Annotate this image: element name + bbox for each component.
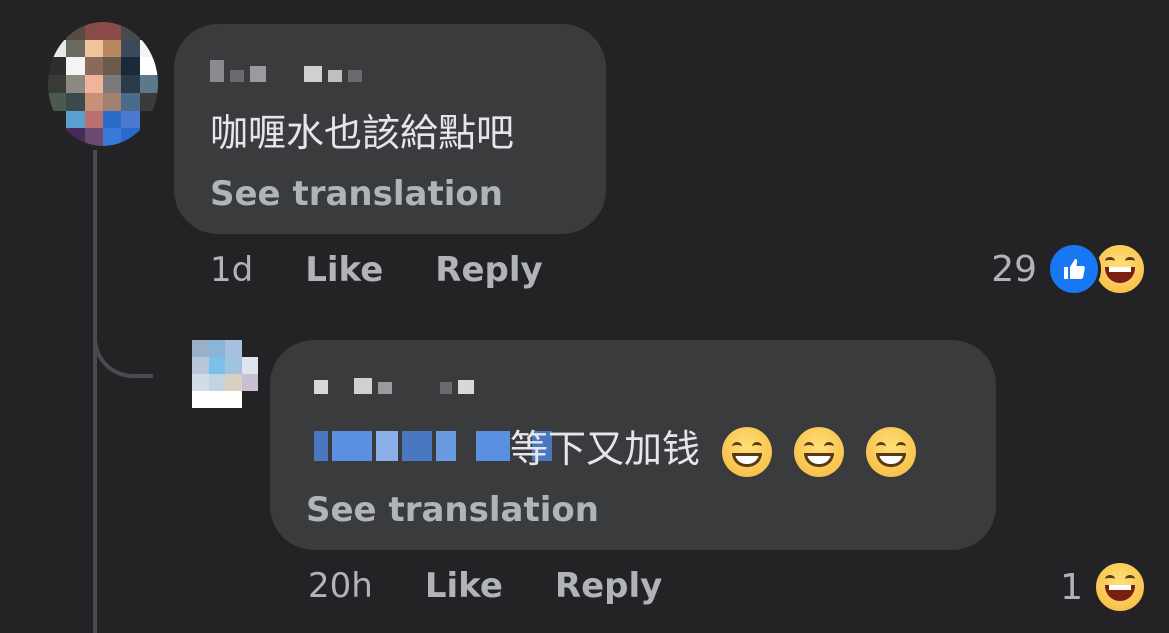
reaction-count: 1 [1060,566,1083,608]
commenter-name-obscured[interactable] [210,60,362,82]
grinning-face-icon [722,426,773,477]
reply-avatar[interactable] [192,340,258,408]
see-translation-link[interactable]: See translation [306,490,599,530]
reaction-summary[interactable]: 1 [1060,560,1147,614]
reply-button[interactable]: Reply [435,250,542,290]
reply-actions: 20h Like Reply [308,566,714,606]
reply-text-content: 等下又加钱 [510,427,701,471]
haha-icon [1093,560,1147,614]
avatar[interactable] [48,22,158,146]
comment-bubble: 咖喱水也該給點吧 See translation [174,24,606,234]
reaction-count: 29 [991,248,1037,290]
haha-icon [1093,242,1147,296]
timestamp[interactable]: 1d [210,250,253,290]
reaction-summary[interactable]: 29 [991,242,1147,296]
timestamp[interactable]: 20h [308,566,373,606]
reply-text: 等下又加钱 [510,418,917,477]
thread-connector-line [93,150,97,633]
grinning-face-icon [866,426,917,477]
comment-text: 咖喱水也該給點吧 [210,111,515,155]
replier-name-obscured[interactable] [314,372,474,394]
reply-branch-line [93,300,153,378]
reply-button[interactable]: Reply [555,566,662,606]
like-icon [1047,242,1101,296]
grinning-face-icon [794,426,845,477]
like-button[interactable]: Like [425,566,503,606]
like-button[interactable]: Like [305,250,383,290]
see-translation-link[interactable]: See translation [210,174,503,214]
reply-bubble: 等下又加钱 See translation [270,340,996,550]
comment-actions: 1d Like Reply [210,250,595,290]
